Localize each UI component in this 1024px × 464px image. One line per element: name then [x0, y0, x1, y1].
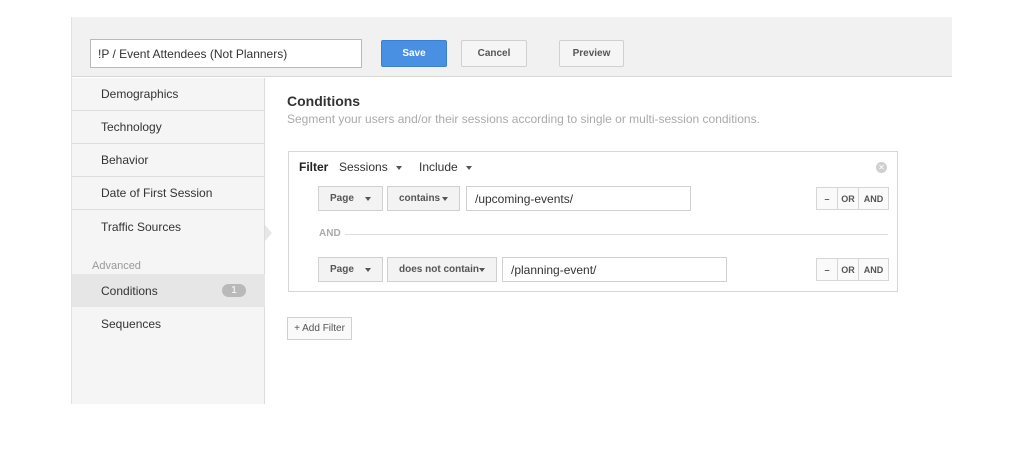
dimension-value: Page [330, 193, 354, 204]
sidebar-item-label: Behavior [101, 153, 149, 167]
segment-header: Save Cancel Preview [72, 17, 952, 77]
condition-value-input[interactable] [502, 257, 727, 282]
chevron-down-icon [465, 165, 472, 170]
save-button[interactable]: Save [381, 40, 447, 67]
condition-row: Page contains – OR AND [289, 186, 897, 212]
filter-scope-value: Sessions [339, 160, 388, 174]
page-description: Segment your users and/or their sessions… [287, 112, 760, 126]
remove-filter-icon[interactable]: ✕ [876, 162, 887, 173]
sidebar: Demographics Technology Behavior Date of… [72, 78, 265, 404]
sidebar-item-label: Sequences [101, 316, 162, 331]
filter-group: Filter Sessions Include ✕ Page contains … [288, 151, 898, 292]
operator-value: contains [399, 193, 441, 204]
page-title: Conditions [287, 93, 361, 109]
segment-name-input[interactable] [90, 39, 362, 68]
add-filter-button[interactable]: + Add Filter [287, 317, 352, 340]
and-button[interactable]: AND [859, 188, 888, 209]
operator-dropdown[interactable]: does not contain [387, 257, 497, 282]
sidebar-item-label: Technology [101, 120, 162, 134]
preview-button[interactable]: Preview [559, 40, 624, 67]
chevron-down-icon [479, 268, 485, 272]
condition-value-input[interactable] [466, 186, 691, 211]
cancel-button[interactable]: Cancel [461, 40, 527, 67]
sidebar-item-behavior[interactable]: Behavior [72, 144, 265, 177]
chevron-down-icon [365, 268, 371, 272]
sidebar-item-sequences[interactable]: Sequences [72, 307, 265, 340]
filter-label: Filter [299, 160, 329, 174]
sidebar-item-label: Date of First Session [101, 186, 213, 200]
chevron-down-icon [365, 197, 371, 201]
sidebar-item-label: Demographics [101, 87, 179, 101]
remove-condition-button[interactable]: – [817, 259, 838, 280]
remove-condition-button[interactable]: – [817, 188, 838, 209]
sidebar-item-demographics[interactable]: Demographics [72, 78, 265, 111]
condition-ops: – OR AND [816, 187, 889, 210]
sidebar-item-label: Conditions [101, 283, 158, 298]
filter-mode-dropdown[interactable]: Include [419, 160, 472, 174]
operator-value: does not contain [399, 264, 479, 275]
dimension-dropdown[interactable]: Page [318, 186, 383, 211]
conditions-count-badge: 1 [222, 284, 246, 297]
chevron-down-icon [395, 165, 402, 170]
segment-editor: Save Cancel Preview Demographics Technol… [71, 17, 952, 404]
sidebar-item-technology[interactable]: Technology [72, 111, 265, 144]
sidebar-section-advanced: Advanced [92, 260, 141, 272]
dimension-dropdown[interactable]: Page [318, 257, 383, 282]
operator-dropdown[interactable]: contains [387, 186, 460, 211]
filter-scope-dropdown[interactable]: Sessions [339, 160, 402, 174]
condition-ops: – OR AND [816, 258, 889, 281]
sidebar-item-traffic-sources[interactable]: Traffic Sources [72, 210, 265, 243]
and-button[interactable]: AND [859, 259, 888, 280]
conditions-panel: Conditions Segment your users and/or the… [266, 78, 952, 404]
or-button[interactable]: OR [838, 259, 859, 280]
filter-mode-value: Include [419, 160, 458, 174]
chevron-down-icon [442, 197, 448, 201]
or-button[interactable]: OR [838, 188, 859, 209]
and-separator-label: AND [319, 228, 341, 239]
sidebar-item-label: Traffic Sources [101, 219, 182, 234]
dimension-value: Page [330, 264, 354, 275]
and-separator-line [345, 234, 888, 235]
sidebar-item-date-of-first-session[interactable]: Date of First Session [72, 177, 265, 210]
sidebar-item-conditions[interactable]: Conditions 1 [72, 274, 265, 307]
condition-row: Page does not contain – OR AND [289, 257, 897, 283]
